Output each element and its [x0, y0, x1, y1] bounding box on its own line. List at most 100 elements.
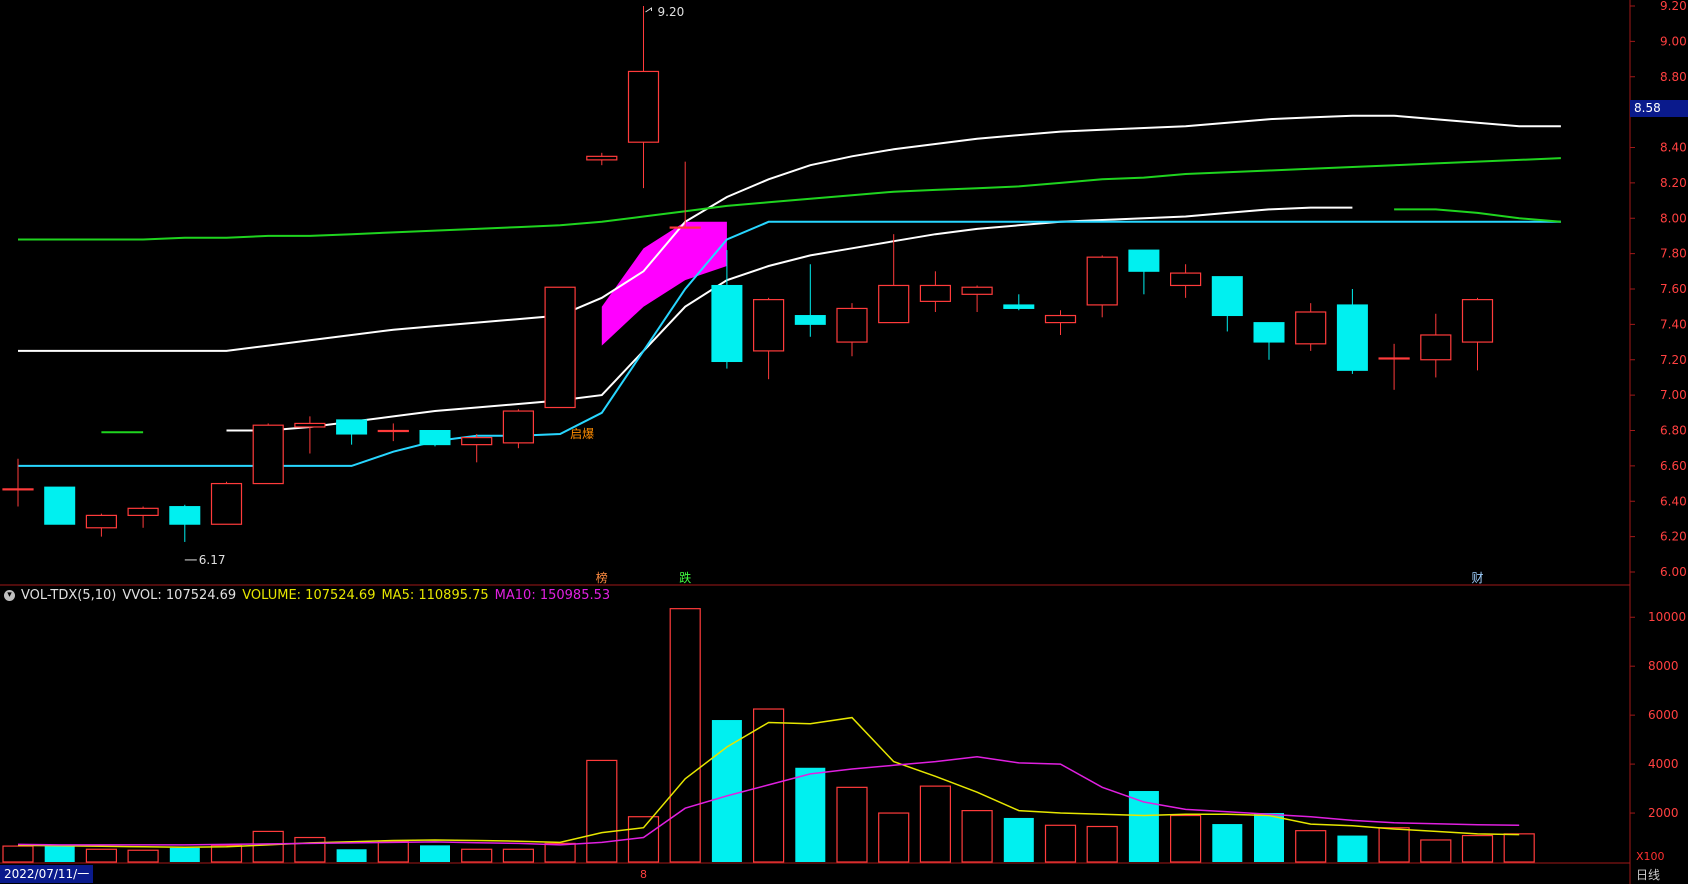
candle	[1128, 249, 1160, 295]
candle	[252, 423, 284, 485]
candle	[1336, 289, 1368, 374]
candle-body-up	[377, 429, 409, 433]
candle-body-up	[878, 284, 910, 324]
candle-body-up	[836, 307, 868, 343]
ma-line-white-lower	[226, 206, 1353, 432]
candle	[461, 434, 493, 463]
ma-line-green-upper	[18, 157, 1561, 241]
candle	[1378, 343, 1410, 390]
volume-tick-label: 8000	[1648, 659, 1679, 673]
vvol-value: VVOL: 107524.69	[122, 587, 237, 603]
candle	[752, 297, 785, 380]
high-arrow-icon	[645, 7, 652, 13]
volume-bar-down	[44, 846, 75, 862]
volume-bar-up	[1503, 833, 1535, 863]
candle-body-up	[127, 507, 159, 517]
marker-bang: 榜	[596, 570, 608, 585]
volume-bar-up	[961, 809, 993, 863]
candle	[794, 264, 826, 337]
grid-layer	[0, 0, 1631, 884]
candle-body-up	[919, 284, 952, 302]
volume-bar-up	[836, 786, 868, 863]
candle-body-up	[252, 424, 284, 485]
period-label[interactable]: 日线	[1636, 866, 1660, 884]
volume-bar-up	[1169, 814, 1202, 863]
price-pane[interactable]	[2, 6, 1561, 542]
candle	[1461, 297, 1494, 371]
candle-body-down	[336, 419, 368, 435]
candle	[1295, 303, 1327, 351]
candle	[961, 285, 993, 312]
volume-tick-label: 4000	[1648, 757, 1679, 771]
stock-chart[interactable]: 6.00 6.20 6.40 6.60 6.80 7.00 7.20 7.40 7.60 7.80…	[0, 0, 1688, 884]
candle	[627, 6, 660, 189]
candle	[919, 271, 952, 312]
candle	[1420, 313, 1452, 378]
volume-bar-down	[1212, 824, 1243, 862]
marker-die: 跌	[679, 570, 691, 585]
candle-body-down	[1211, 276, 1243, 317]
volume-bar-up	[878, 812, 910, 863]
candle	[1169, 264, 1202, 298]
candle	[85, 513, 118, 537]
candle	[1211, 276, 1243, 332]
ma10-value: MA10: 150985.53	[494, 587, 611, 603]
price-tick-label: 6.60	[1660, 459, 1687, 473]
candle	[377, 423, 409, 442]
price-tick-label: 9.20	[1660, 0, 1687, 13]
price-tick-label: 8.00	[1660, 211, 1687, 225]
price-tick-label: 7.20	[1660, 353, 1687, 367]
candle-body-down	[44, 486, 76, 525]
candle	[1044, 310, 1077, 335]
candle	[294, 416, 326, 454]
candle-body-up	[1044, 314, 1077, 324]
price-tick-label: 7.80	[1660, 247, 1687, 261]
x-axis-marker: 8	[640, 868, 647, 881]
volume-bar-down	[795, 767, 826, 862]
candle-body-up	[544, 286, 576, 409]
candle	[1253, 322, 1285, 360]
volume-bar-up	[85, 848, 118, 863]
volume-bar-up	[1420, 839, 1452, 863]
volume-value: VOLUME: 107524.69	[242, 587, 376, 603]
price-tick-label: 6.80	[1660, 424, 1687, 438]
candle-body-up	[1378, 357, 1410, 360]
candle	[669, 161, 701, 229]
volume-bar-up	[1086, 825, 1118, 863]
volume-bar-up	[502, 848, 534, 863]
candle-body-up	[627, 70, 660, 143]
candle	[878, 234, 910, 324]
price-tick-label: 6.00	[1660, 565, 1687, 579]
candle-body-up	[210, 482, 243, 525]
collapse-icon[interactable]: ▾	[4, 589, 15, 601]
marker-cai: 财	[1471, 571, 1483, 585]
candle-body-up	[1295, 311, 1327, 345]
volume-unit-label: X100	[1636, 850, 1665, 863]
candle	[836, 303, 868, 357]
price-tick-label: 7.60	[1660, 282, 1687, 296]
price-tick-label: 8.40	[1660, 141, 1687, 155]
current-price-tag: 8.58	[1630, 100, 1688, 117]
volume-bar-up	[1044, 824, 1077, 863]
candle-body-down	[1003, 304, 1035, 309]
price-tick-label: 7.40	[1660, 317, 1687, 331]
date-label[interactable]: 2022/07/11/一	[0, 865, 94, 883]
candle	[502, 409, 534, 449]
candle-body-up	[461, 436, 493, 446]
volume-bar-up	[1378, 827, 1410, 863]
volume-bar-up	[294, 836, 326, 863]
price-tick-label: 9.00	[1660, 34, 1687, 48]
volume-bar-down	[1254, 813, 1284, 862]
price-tick-label: 8.20	[1660, 176, 1687, 190]
volume-bar-up	[669, 608, 701, 863]
ma-line-green-tail	[1394, 208, 1561, 223]
volume-bar-down	[420, 845, 450, 862]
candle	[1003, 294, 1035, 311]
volume-tick-label: 2000	[1648, 806, 1679, 820]
volume-tick-label: 10000	[1648, 610, 1686, 624]
volume-pane[interactable]	[2, 608, 1535, 863]
candle	[1086, 255, 1118, 318]
candle	[586, 152, 618, 166]
volume-bar-up	[919, 785, 952, 863]
indicator-name[interactable]: VOL-TDX(5,10)	[21, 588, 116, 603]
